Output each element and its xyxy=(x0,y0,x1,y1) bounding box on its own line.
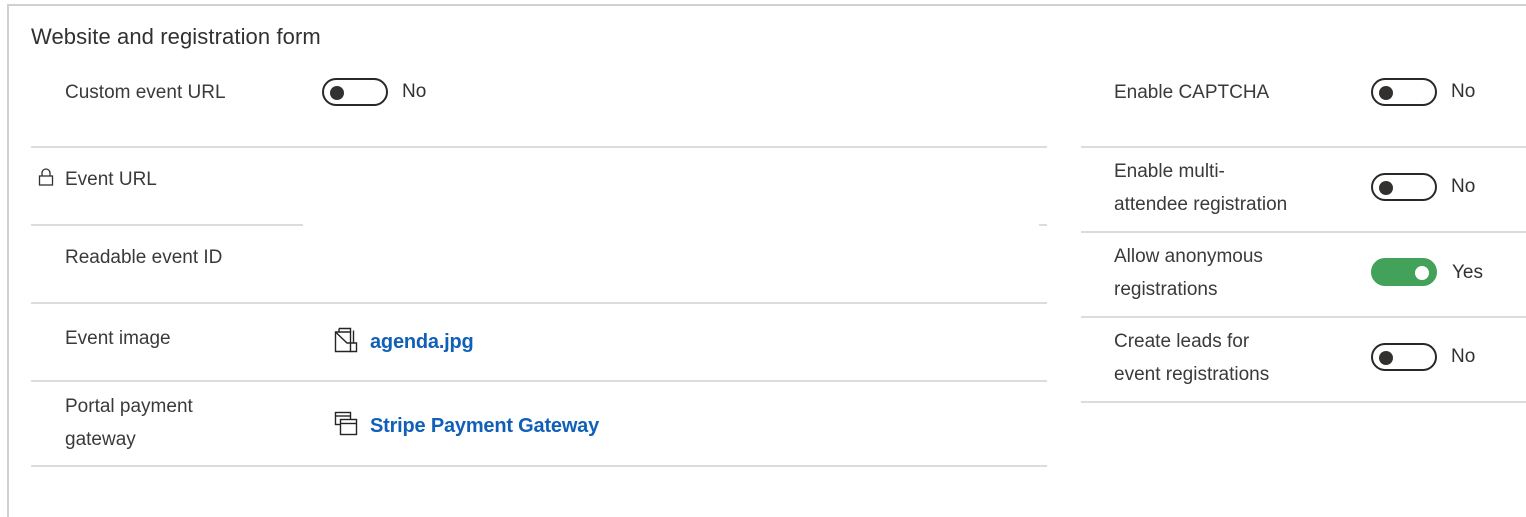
allow-anonymous-value: Yes xyxy=(1452,262,1483,283)
allow-anonymous-toggle[interactable] xyxy=(1371,258,1437,286)
payment-gateway-lookup: Stripe Payment Gateway xyxy=(334,411,599,442)
readable-event-id-field[interactable] xyxy=(303,228,1047,302)
custom-event-url-toggle[interactable] xyxy=(322,78,388,106)
allow-anonymous-label: Allow anonymous registrations xyxy=(1114,240,1263,306)
event-image-label: Event image xyxy=(65,328,171,349)
divider xyxy=(1081,401,1526,403)
lock-icon xyxy=(38,168,54,191)
enable-captcha-value: No xyxy=(1451,81,1476,102)
divider xyxy=(31,146,1047,148)
event-image-lookup: agenda.jpg xyxy=(334,327,474,358)
enable-multi-attendee-label: Enable multi- attendee registration xyxy=(1114,155,1287,221)
label-line: registrations xyxy=(1114,279,1218,300)
divider xyxy=(31,224,303,226)
divider xyxy=(1081,231,1526,233)
label-line: Create leads for xyxy=(1114,331,1250,352)
divider xyxy=(1081,316,1526,318)
enable-captcha-label: Enable CAPTCHA xyxy=(1114,82,1270,103)
divider xyxy=(31,380,1047,382)
event-url-field[interactable] xyxy=(303,150,1047,224)
enable-captcha-toggle[interactable] xyxy=(1371,78,1437,106)
enable-multi-attendee-toggle[interactable] xyxy=(1371,173,1437,201)
toggle-knob xyxy=(1415,266,1429,280)
record-entity-icon xyxy=(334,411,358,442)
label-line: attendee registration xyxy=(1114,194,1288,215)
label-line: gateway xyxy=(65,429,136,450)
toggle-knob xyxy=(1379,351,1393,365)
label-line: event registrations xyxy=(1114,364,1270,385)
custom-event-url-value: No xyxy=(402,81,427,102)
divider xyxy=(1081,146,1526,148)
label-line: Portal payment xyxy=(65,396,193,417)
custom-event-url-label: Custom event URL xyxy=(65,82,226,103)
toggle-knob xyxy=(1379,86,1393,100)
label-line: Enable multi- xyxy=(1114,161,1225,182)
enable-multi-attendee-value: No xyxy=(1451,176,1476,197)
section-title: Website and registration form xyxy=(31,24,321,49)
readable-event-id-label: Readable event ID xyxy=(65,247,223,268)
divider xyxy=(31,302,1047,304)
event-image-link[interactable]: agenda.jpg xyxy=(370,331,474,354)
create-leads-toggle[interactable] xyxy=(1371,343,1437,371)
toggle-knob xyxy=(1379,181,1393,195)
create-leads-label: Create leads for event registrations xyxy=(1114,325,1269,391)
image-entity-icon xyxy=(334,327,358,358)
divider xyxy=(1039,224,1047,226)
divider xyxy=(31,465,1047,467)
portal-payment-gateway-label: Portal payment gateway xyxy=(65,390,193,456)
event-url-label: Event URL xyxy=(65,169,157,190)
payment-gateway-link[interactable]: Stripe Payment Gateway xyxy=(370,415,599,438)
create-leads-value: No xyxy=(1451,346,1476,367)
label-line: Allow anonymous xyxy=(1114,246,1263,267)
toggle-knob xyxy=(330,86,344,100)
